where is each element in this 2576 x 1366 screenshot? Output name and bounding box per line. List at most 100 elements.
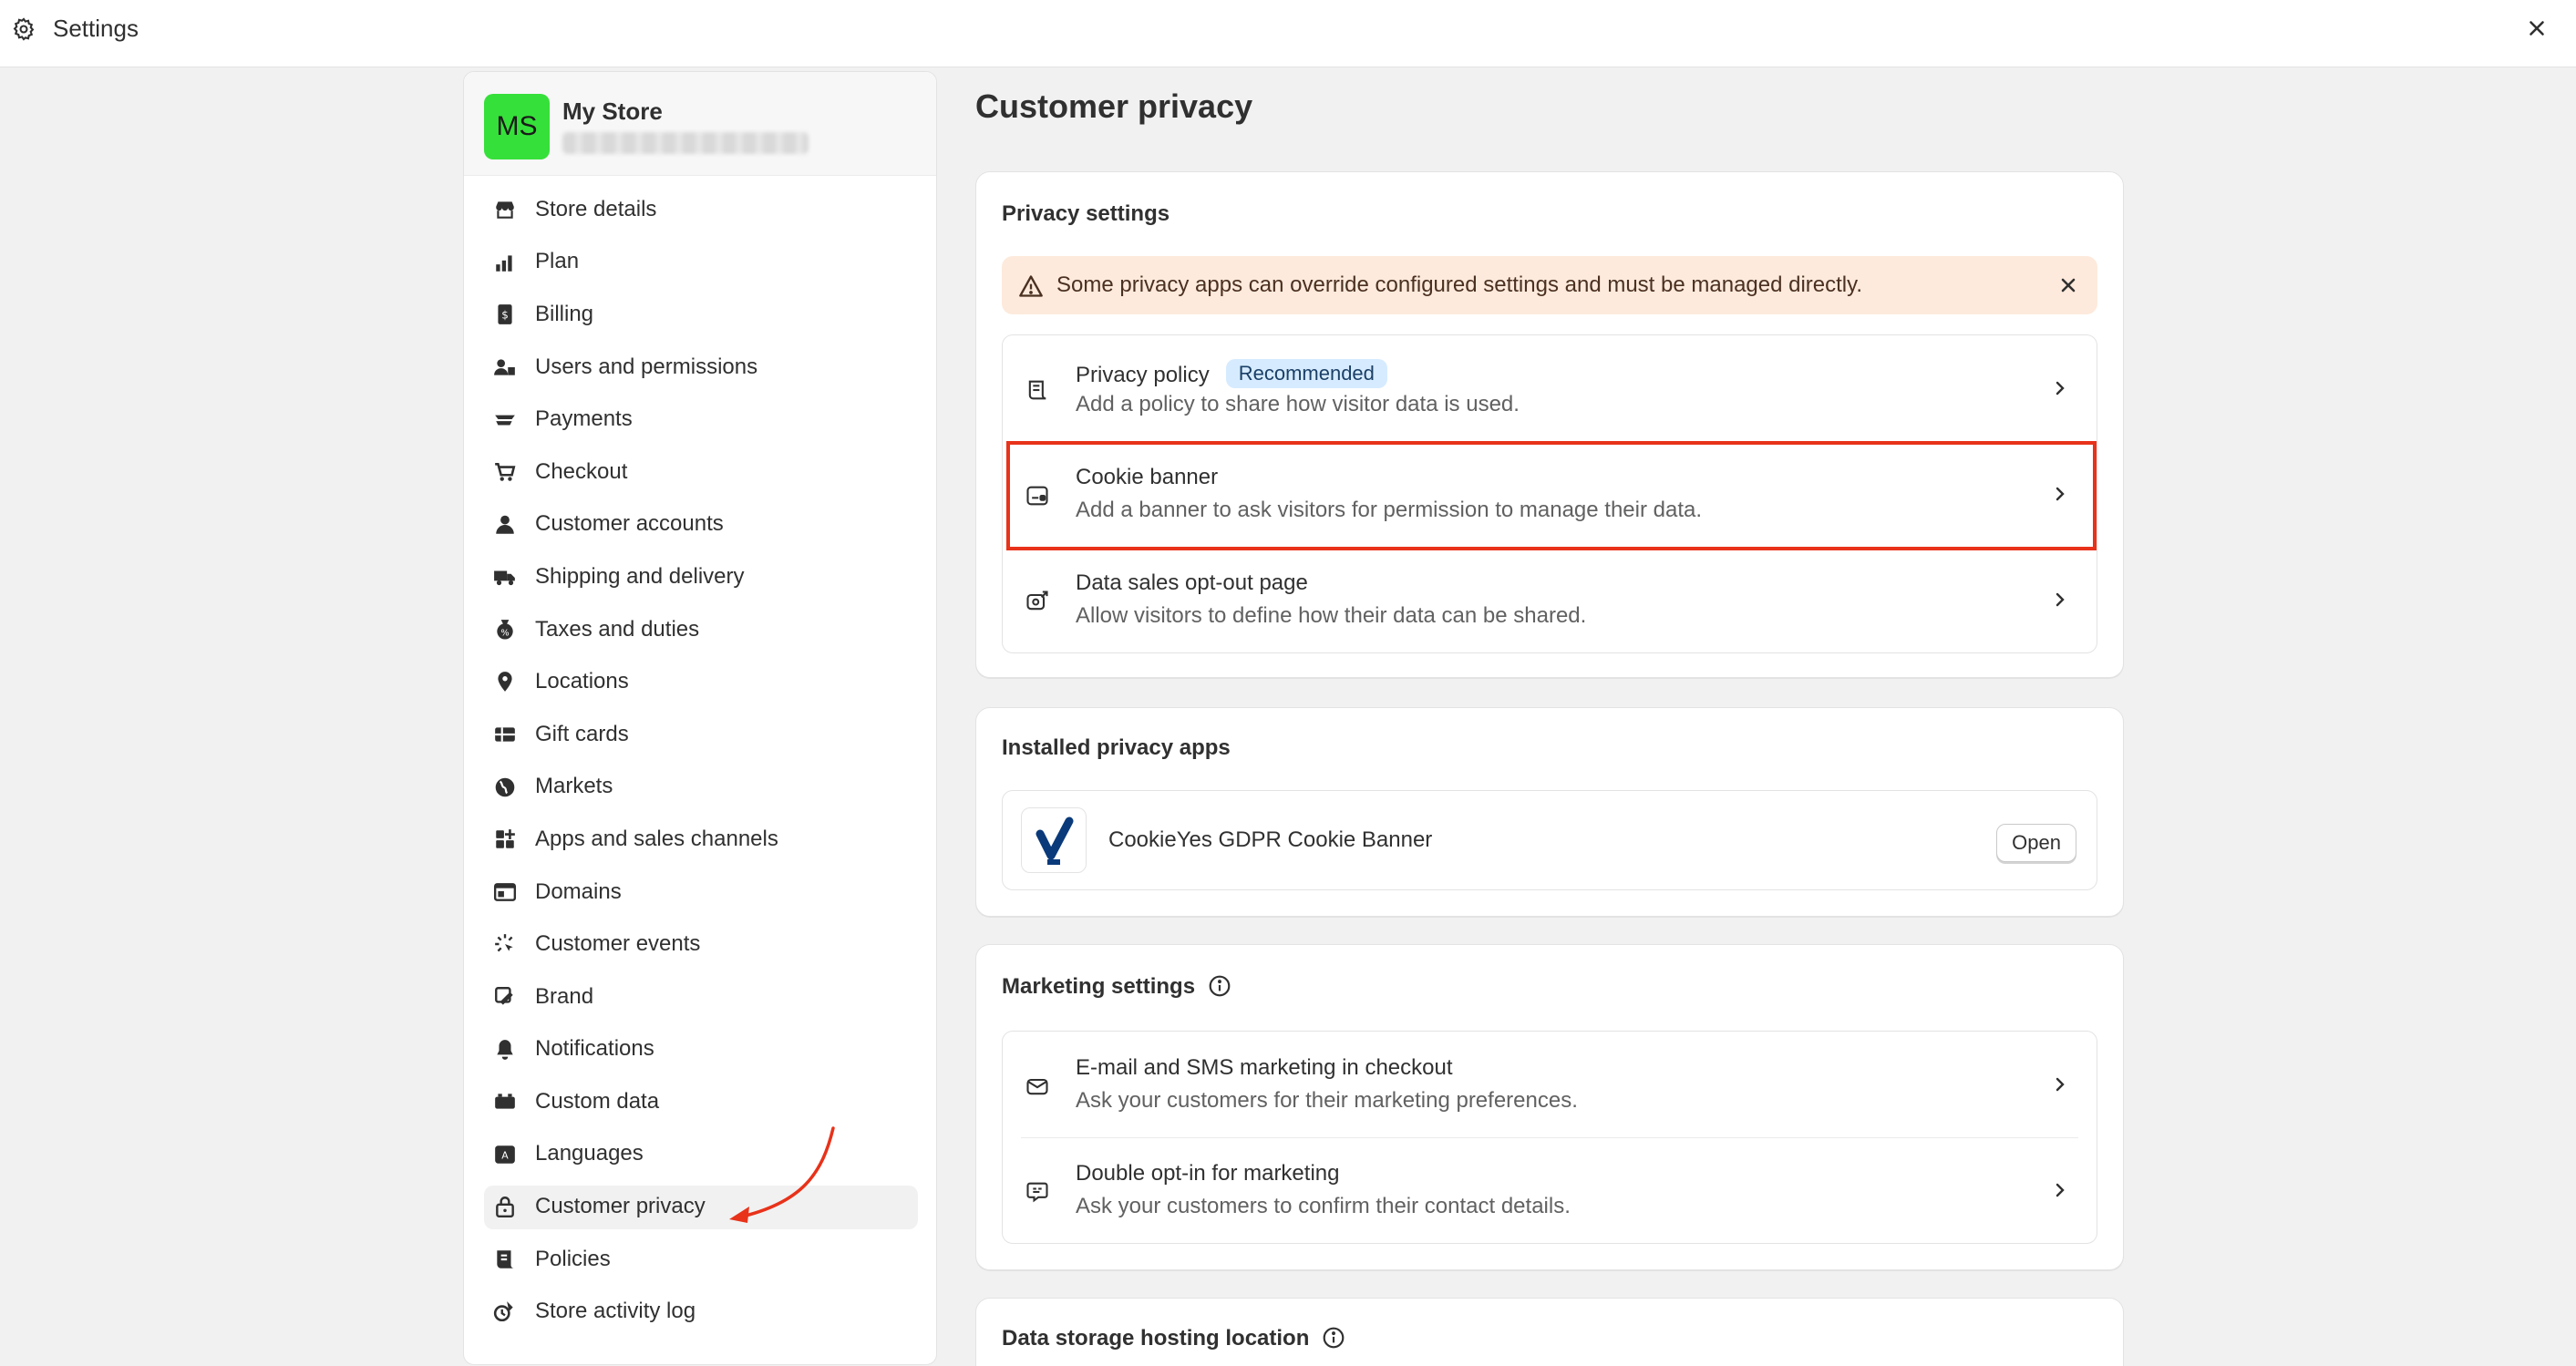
email-sms-marketing-title: E-mail and SMS marketing in checkout (1076, 1055, 1453, 1080)
scroll-icon (1028, 380, 1046, 400)
sidebar-item-notifications[interactable]: Notifications (464, 1023, 936, 1076)
info-icon[interactable] (1208, 974, 1231, 998)
location-icon (498, 672, 512, 693)
bell-icon (497, 1039, 513, 1060)
sidebar-item-checkout[interactable]: Checkout (464, 446, 936, 498)
sidebar-item-label: Apps and sales channels (535, 826, 778, 851)
sidebar-item-label: Billing (535, 301, 594, 326)
sidebar-item-label: Notifications (535, 1036, 654, 1062)
sidebar-item-markets[interactable]: Markets (464, 761, 936, 814)
payments-icon (495, 416, 515, 426)
sidebar-item-label: Plan (535, 249, 580, 274)
domains-icon (493, 882, 517, 901)
privacy-settings-card: Privacy settings Some privacy apps can o… (975, 171, 2124, 678)
data-storage-card: Data storage hosting location (975, 1298, 2124, 1366)
person-icon (496, 515, 514, 534)
warning-text: Some privacy apps can override configure… (1056, 272, 1863, 297)
sidebar-item-label: Customer events (535, 931, 701, 957)
plan-icon (496, 255, 512, 272)
sidebar-item-domains[interactable]: Domains (464, 866, 936, 919)
settings-topbar: Settings (0, 0, 2576, 67)
page-title: Customer privacy (975, 87, 1253, 125)
sidebar-item-languages[interactable]: A Languages (464, 1128, 936, 1181)
sidebar-item-label: Taxes and duties (535, 616, 700, 642)
store-avatar: MS (484, 94, 550, 159)
users-icon (494, 359, 515, 375)
dismiss-warning-icon[interactable] (2057, 274, 2079, 296)
sidebar-item-shipping-and-delivery[interactable]: Shipping and delivery (464, 550, 936, 603)
sidebar-item-label: Shipping and delivery (535, 563, 745, 589)
settings-nav: Store details Plan $ Billing Users and permi… (464, 183, 936, 1338)
cookie-banner-description: Add a banner to ask visitors for permiss… (1076, 498, 1703, 522)
privacy-policy-description: Add a policy to share how visitor data i… (1076, 392, 1520, 416)
marketing-settings-list: E-mail and SMS marketing in checkout Ask… (1002, 1031, 2097, 1244)
data-sales-opt-out-row[interactable]: Data sales opt-out page Allow visitors t… (1003, 547, 2097, 652)
window-title: Settings (53, 15, 139, 42)
sidebar-item-users-and-permissions[interactable]: Users and permissions (464, 341, 936, 394)
sidebar-item-plan[interactable]: Plan (464, 236, 936, 289)
data-storage-title: Data storage hosting location (1002, 1326, 1310, 1351)
installed-app-row: CookieYes GDPR Cookie Banner Open (1002, 790, 2097, 890)
sidebar-item-label: Customer accounts (535, 511, 724, 537)
sidebar-item-label: Domains (535, 878, 622, 904)
email-sms-marketing-description: Ask your customers for their marketing p… (1076, 1088, 1578, 1113)
sidebar-item-label: Checkout (535, 458, 628, 484)
app-name: CookieYes GDPR Cookie Banner (1108, 827, 1433, 852)
activity-log-icon (493, 1301, 513, 1322)
installed-apps-card: Installed privacy apps CookieYes GDPR Co… (975, 707, 2124, 917)
mail-icon (1026, 1078, 1048, 1095)
open-app-button[interactable]: Open (1996, 824, 2076, 862)
marketing-settings-card: Marketing settings E-mail and SMS market… (975, 944, 2124, 1270)
sidebar-item-customer-accounts[interactable]: Customer accounts (464, 498, 936, 551)
installed-apps-title: Installed privacy apps (1002, 735, 1231, 760)
email-sms-marketing-row[interactable]: E-mail and SMS marketing in checkout Ask… (1003, 1032, 2097, 1137)
sidebar-item-customer-events[interactable]: Customer events (464, 918, 936, 971)
sidebar-item-gift-cards[interactable]: Gift cards (464, 708, 936, 761)
sidebar-item-store-details[interactable]: Store details (464, 183, 936, 236)
recommended-badge: Recommended (1225, 359, 1387, 388)
sidebar-item-custom-data[interactable]: Custom data (464, 1075, 936, 1128)
sidebar-item-label: Store activity log (535, 1299, 696, 1324)
privacy-policy-row[interactable]: Privacy policy Recommended Add a policy t… (1003, 335, 2097, 441)
sidebar-item-label: Markets (535, 774, 613, 799)
sidebar-item-locations[interactable]: Locations (464, 655, 936, 708)
sidebar-item-apps-and-sales-channels[interactable]: Apps and sales channels (464, 813, 936, 866)
sidebar-item-label: Locations (535, 669, 629, 694)
brand-icon (495, 986, 513, 1005)
sidebar-item-payments[interactable]: Payments (464, 393, 936, 446)
sidebar-item-taxes-and-duties[interactable]: % Taxes and duties (464, 603, 936, 656)
settings-sidebar: MS My Store Store details Plan $ Billing Use… (463, 71, 937, 1365)
sidebar-item-customer-privacy[interactable]: Customer privacy (464, 1180, 936, 1233)
cookie-banner-row[interactable]: Cookie banner Add a banner to ask visito… (1003, 441, 2097, 547)
store-header[interactable]: MS My Store (464, 72, 936, 176)
svg-text:A: A (501, 1149, 509, 1161)
custom-data-icon (495, 1094, 515, 1109)
sidebar-item-brand[interactable]: Brand (464, 971, 936, 1023)
sidebar-item-policies[interactable]: Policies (464, 1233, 936, 1286)
marketing-settings-title: Marketing settings (1002, 974, 1196, 999)
privacy-settings-title: Privacy settings (1002, 201, 1170, 226)
sidebar-item-label: Store details (535, 196, 657, 221)
sidebar-item-label: Custom data (535, 1088, 660, 1114)
store-icon (496, 201, 514, 219)
info-icon[interactable] (1322, 1326, 1345, 1350)
policies-icon (497, 1250, 514, 1268)
svg-text:$: $ (501, 309, 509, 322)
sidebar-item-label: Gift cards (535, 721, 629, 746)
close-icon[interactable] (2525, 16, 2549, 40)
truck-icon (494, 570, 515, 586)
cookie-banner-icon (1026, 486, 1048, 506)
billing-icon: $ (498, 304, 512, 325)
sidebar-item-label: Customer privacy (535, 1194, 706, 1219)
sidebar-item-store-activity-log[interactable]: Store activity log (464, 1285, 936, 1338)
sidebar-item-billing[interactable]: $ Billing (464, 288, 936, 341)
chevron-right-icon (2056, 1183, 2065, 1197)
data-share-icon (1026, 591, 1048, 611)
double-opt-in-row[interactable]: Double opt-in for marketing Ask your cus… (1003, 1137, 2097, 1243)
sidebar-item-label: Languages (535, 1141, 644, 1166)
chevron-right-icon (2056, 592, 2065, 607)
tax-icon: % (497, 619, 513, 640)
warning-icon (1019, 275, 1043, 297)
data-sales-opt-out-description: Allow visitors to define how their data … (1076, 603, 1587, 628)
sidebar-item-label: Policies (535, 1246, 611, 1271)
